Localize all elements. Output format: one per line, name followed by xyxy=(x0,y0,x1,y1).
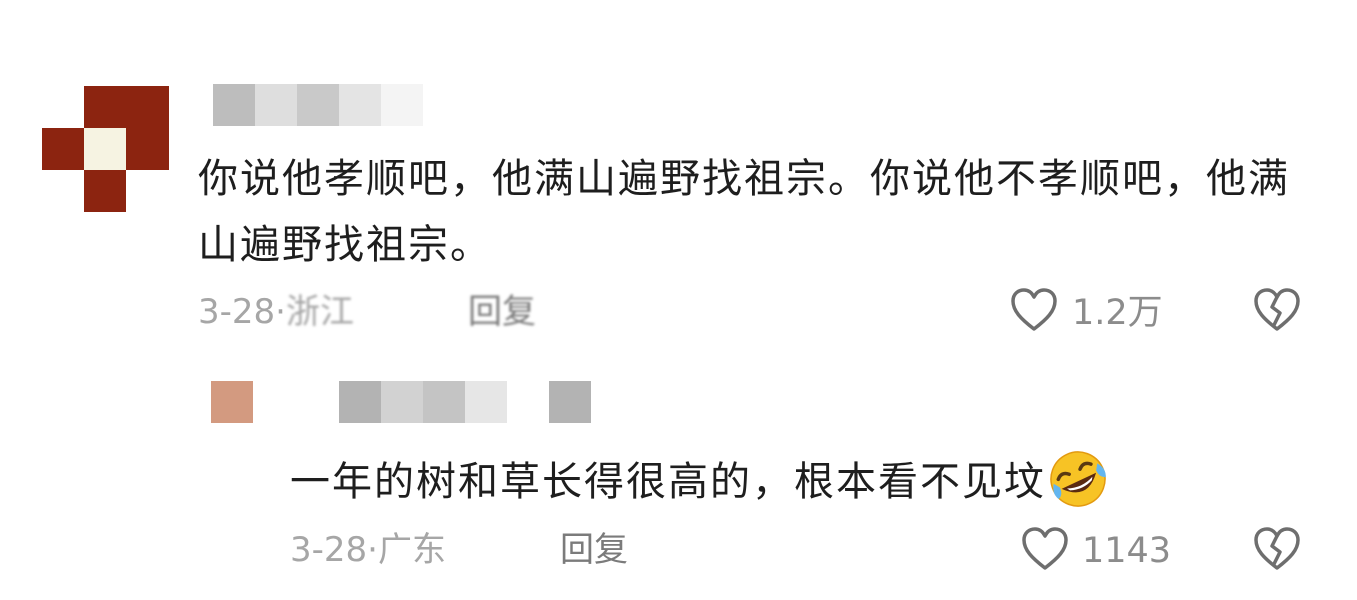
avatar-pixel xyxy=(84,86,169,128)
avatar[interactable] xyxy=(211,381,253,423)
rolling-on-floor-laughing-emoji xyxy=(1046,447,1110,521)
username-mosaic[interactable] xyxy=(339,381,591,423)
username-mosaic[interactable] xyxy=(213,84,423,126)
meta-separator: · xyxy=(275,292,286,332)
reply-location: 广东 xyxy=(377,530,446,570)
avatar-pixel xyxy=(84,128,126,170)
like-count: 1.2万 xyxy=(1072,293,1163,333)
comment-date: 3-28 xyxy=(198,292,276,332)
broken-heart-icon[interactable] xyxy=(1252,287,1302,333)
reply-text-row: 一年的树和草长得很高的，根本看不见坟 xyxy=(290,447,1110,521)
avatar-pixel xyxy=(84,170,126,212)
avatar-pixel xyxy=(126,128,169,170)
reply-meta: 3-28·广东 xyxy=(290,530,446,570)
avatar-pixel xyxy=(42,128,84,170)
reply-button[interactable]: 回复 xyxy=(468,292,536,332)
comment-meta: 3-28·浙江 xyxy=(198,292,354,332)
reply-button[interactable]: 回复 xyxy=(560,530,628,570)
avatar[interactable] xyxy=(42,86,169,212)
reply-text: 一年的树和草长得很高的，根本看不见坟 xyxy=(290,459,1046,505)
heart-outline-icon[interactable] xyxy=(1009,287,1059,333)
comment-text: 你说他孝顺吧，他满山遍野找祖宗。你说他不孝顺吧，他满山遍野找祖宗。 xyxy=(198,156,1290,268)
reply-date: 3-28 xyxy=(290,530,368,570)
heart-outline-icon[interactable] xyxy=(1020,526,1070,572)
comment-location: 浙江 xyxy=(285,292,354,332)
meta-separator: · xyxy=(367,530,378,570)
like-count: 1143 xyxy=(1082,531,1172,571)
broken-heart-icon[interactable] xyxy=(1252,526,1302,572)
